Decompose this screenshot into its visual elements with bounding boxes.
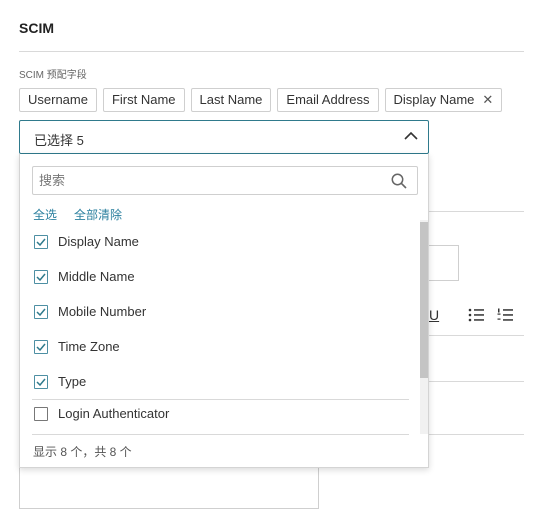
option-type[interactable]: Type	[32, 364, 409, 399]
select-all-link[interactable]: 全选	[33, 206, 57, 223]
checkbox-unchecked[interactable]	[34, 406, 48, 421]
bg-divider	[429, 211, 524, 212]
result-count: 显示 8 个，共 8 个	[33, 445, 132, 459]
checkbox-checked[interactable]	[34, 374, 48, 389]
scim-fields-select[interactable]: 已选择 5	[19, 120, 429, 154]
option-middle-name[interactable]: Middle Name	[32, 259, 409, 294]
option-time-zone[interactable]: Time Zone	[32, 329, 409, 364]
chip-label: First Name	[111, 92, 176, 107]
checkmark-icon	[36, 273, 46, 281]
chip-label: Display Name	[393, 92, 475, 107]
checkbox-checked[interactable]	[34, 269, 48, 284]
chip-last-name[interactable]: Last Name	[190, 88, 272, 112]
search-icon[interactable]	[391, 173, 407, 189]
option-display-name[interactable]: Display Name	[32, 224, 409, 259]
option-label: Middle Name	[58, 269, 135, 284]
chip-label: Username	[28, 92, 88, 107]
bg-divider	[429, 434, 524, 435]
bulk-actions: 全选 全部清除	[33, 206, 122, 223]
chip-label: Last Name	[199, 92, 263, 107]
bg-divider	[429, 335, 524, 336]
checkbox-checked[interactable]	[34, 339, 48, 354]
select-value: 已选择 5	[34, 133, 84, 148]
field-label: SCIM 预配字段	[19, 70, 87, 81]
chip-display-name[interactable]: Display Name ✕	[384, 88, 503, 112]
bullet-list-icon[interactable]	[468, 308, 484, 322]
scrollbar-thumb[interactable]	[420, 222, 428, 378]
search-input[interactable]	[33, 167, 379, 194]
chip-username[interactable]: Username	[19, 88, 97, 112]
option-label: Time Zone	[58, 339, 120, 354]
search-box	[32, 166, 418, 195]
checkmark-icon	[36, 308, 46, 316]
numbered-list-icon[interactable]	[497, 308, 513, 322]
chip-email-address[interactable]: Email Address	[277, 88, 379, 112]
bg-textarea[interactable]	[19, 468, 319, 509]
section-divider	[19, 51, 524, 52]
option-label: Display Name	[58, 234, 139, 249]
option-login-authenticator[interactable]: Login Authenticator	[32, 400, 409, 427]
option-label: Login Authenticator	[58, 406, 170, 421]
option-mobile-number[interactable]: Mobile Number	[32, 294, 409, 329]
section-title: SCIM	[19, 20, 54, 36]
option-label: Type	[58, 374, 87, 389]
checkbox-checked[interactable]	[34, 234, 48, 249]
option-label: Mobile Number	[58, 304, 147, 319]
chip-label: Email Address	[286, 92, 370, 107]
underline-icon[interactable]: U	[429, 307, 439, 323]
close-icon[interactable]: ✕	[482, 89, 493, 111]
chip-first-name[interactable]: First Name	[102, 88, 185, 112]
bg-divider	[429, 381, 524, 382]
selected-chips: Username First Name Last Name Email Addr…	[19, 88, 503, 112]
clear-all-link[interactable]: 全部清除	[74, 206, 122, 223]
checkmark-icon	[36, 343, 46, 351]
checkmark-icon	[36, 378, 46, 386]
checkmark-icon	[36, 238, 46, 246]
option-separator	[32, 434, 409, 435]
select-dropdown: 全选 全部清除 Display Name Middle Name Mobile …	[19, 154, 429, 468]
option-list: Display Name Middle Name Mobile Number T…	[32, 224, 409, 435]
checkbox-checked[interactable]	[34, 304, 48, 319]
chevron-up-icon[interactable]	[404, 131, 418, 141]
